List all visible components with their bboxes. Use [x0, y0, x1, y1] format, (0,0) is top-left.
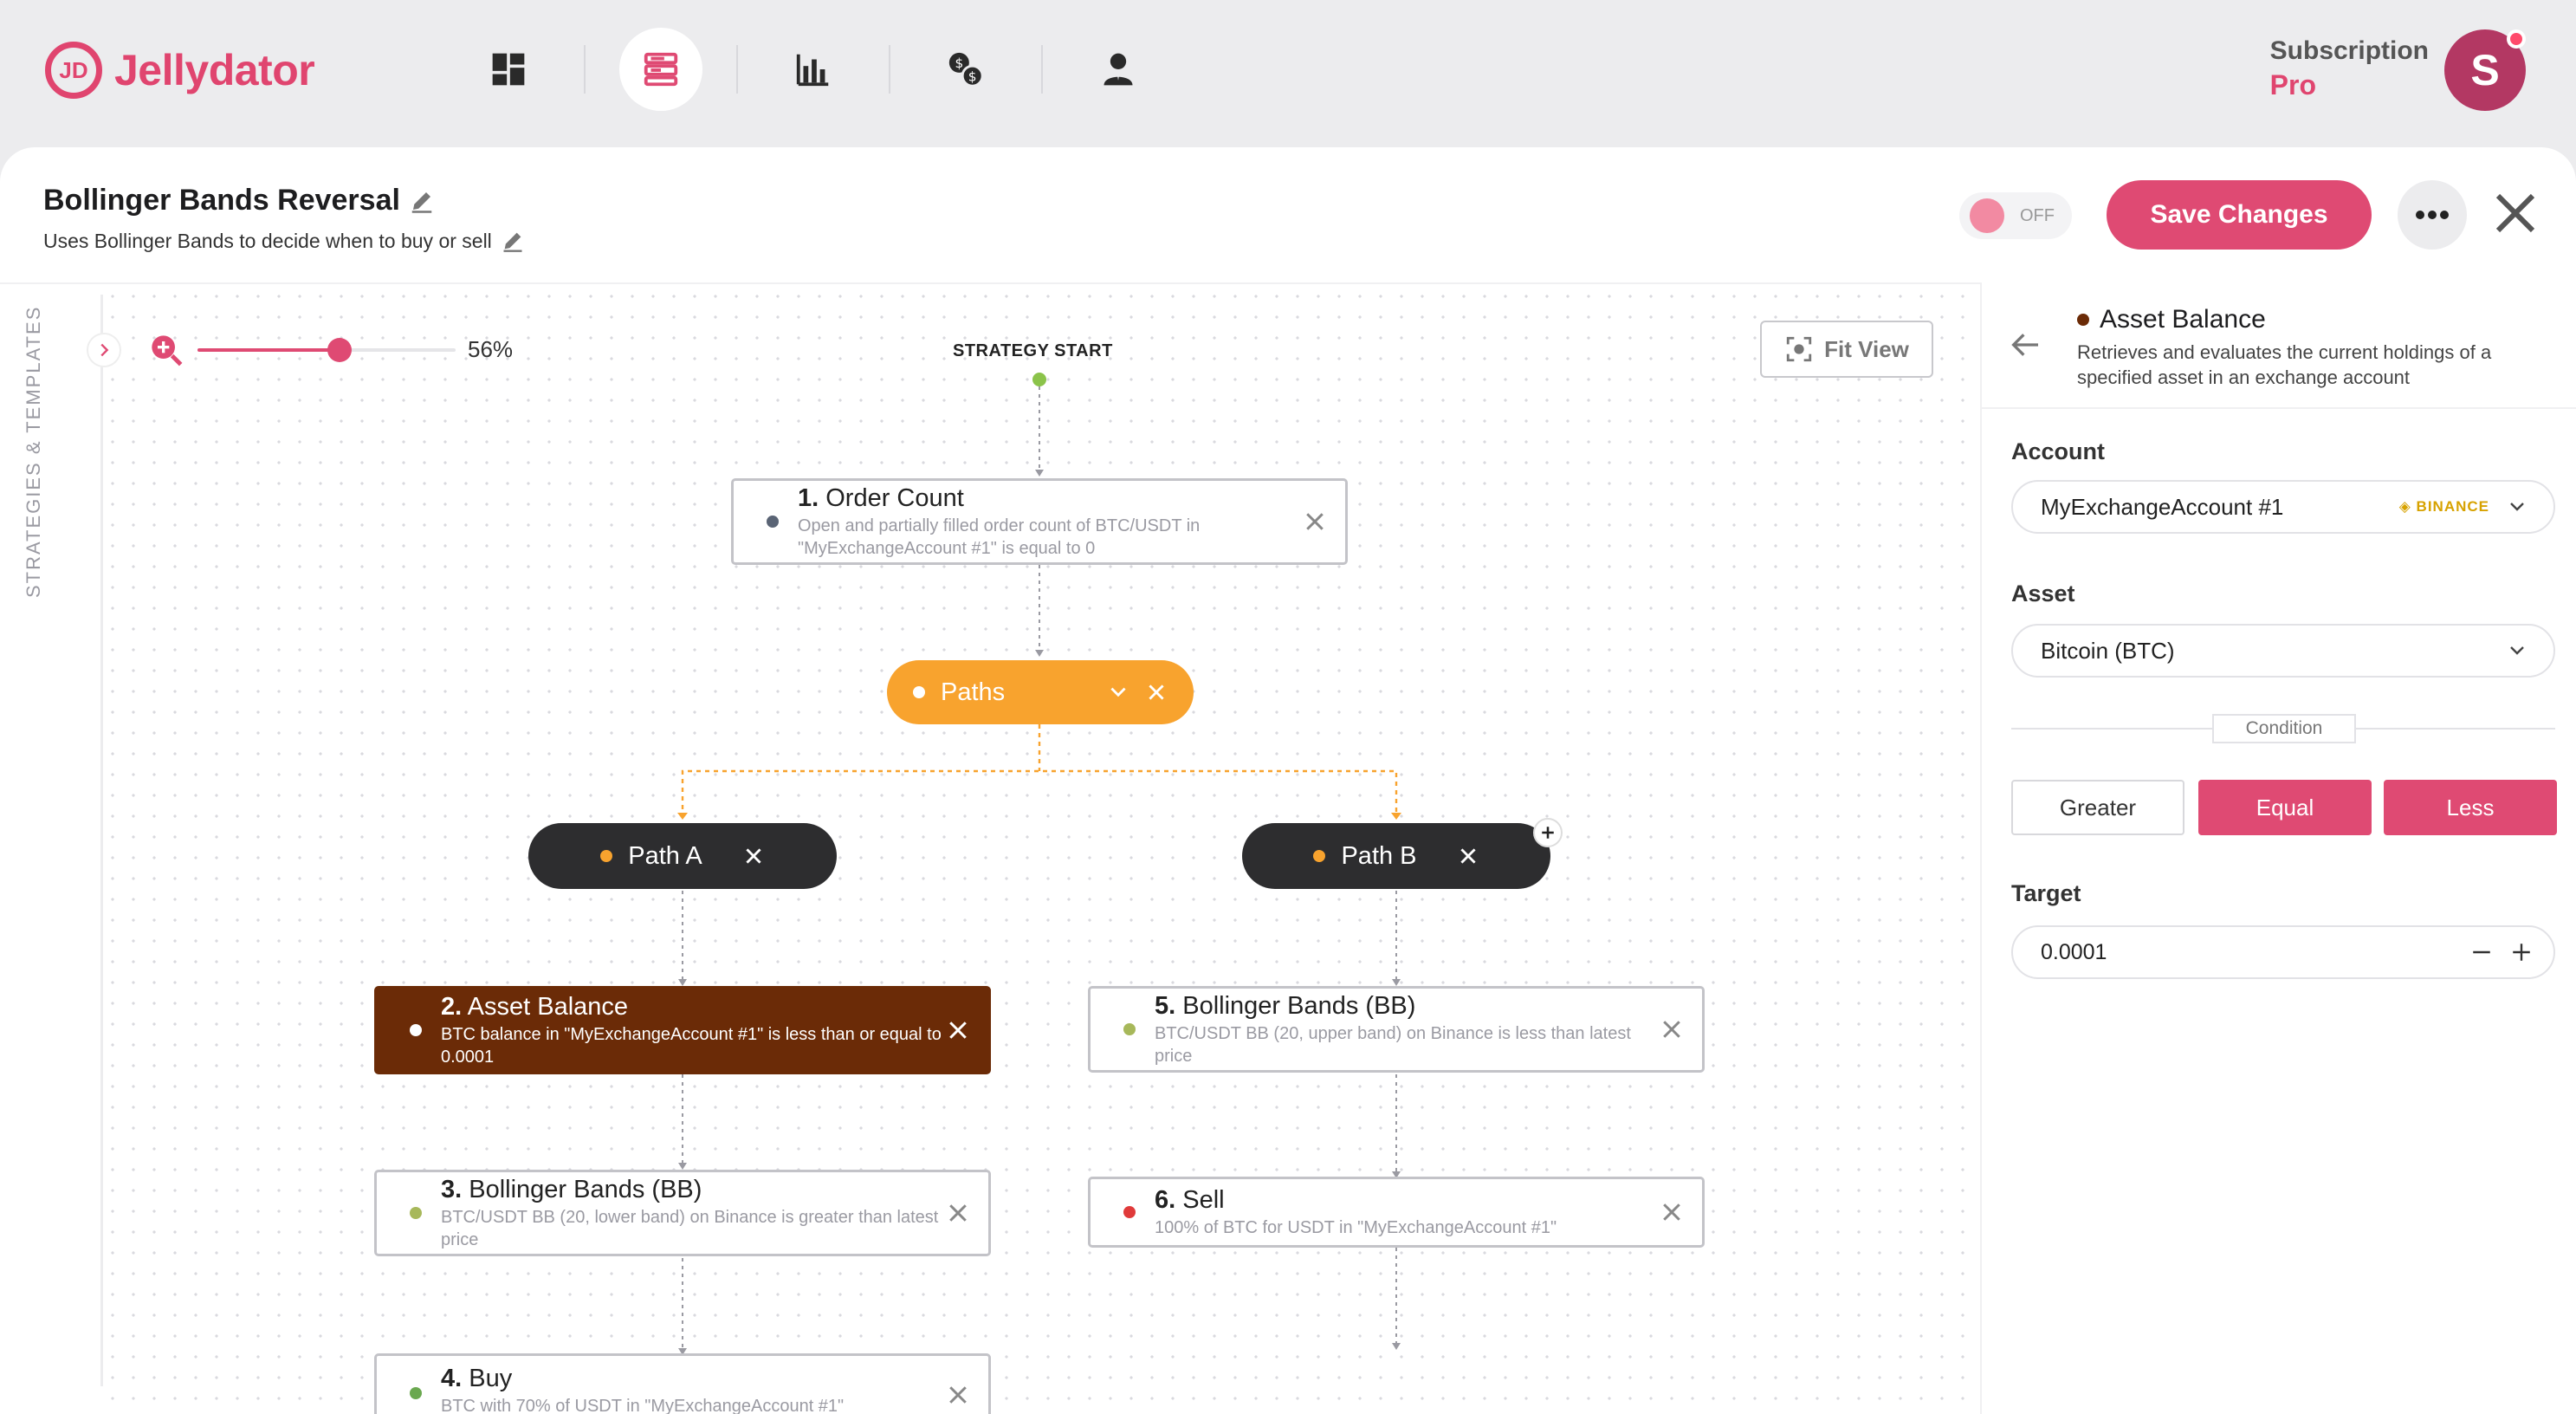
node-status-dot — [410, 1024, 422, 1036]
node-title-text: Asset Balance — [467, 992, 629, 1021]
node-body: 4. Buy BTC with 70% of USDT in "MyExchan… — [441, 1365, 945, 1414]
node-status-dot — [1123, 1023, 1136, 1035]
path-dot — [1313, 850, 1326, 862]
node-title: 5. Bollinger Bands (BB) — [1155, 992, 1659, 1021]
node-body: 6. Sell 100% of BTC for USDT in "MyExcha… — [1155, 1186, 1659, 1239]
remove-node-icon[interactable] — [1145, 681, 1168, 704]
path-dot — [600, 850, 613, 862]
node-status-dot — [767, 516, 779, 528]
node-number: 1. — [798, 483, 819, 512]
node-title-text: Bollinger Bands (BB) — [1182, 991, 1416, 1020]
target-label: Target — [2011, 880, 2081, 906]
node-title-text: Order Count — [825, 483, 964, 512]
path-b-label: Path B — [1341, 841, 1417, 870]
asset-label: Asset — [2011, 581, 2075, 606]
node-status-dot — [410, 1387, 422, 1399]
paths-dot — [913, 686, 925, 698]
node-number: 6. — [1155, 1185, 1176, 1214]
chevron-down-icon — [2510, 503, 2524, 511]
chevron-down-icon[interactable] — [1107, 681, 1129, 704]
node-title: 6. Sell — [1155, 1186, 1659, 1215]
remove-node-icon[interactable] — [1659, 1016, 1685, 1042]
remove-node-icon[interactable] — [742, 845, 765, 867]
flow-node-sell[interactable]: 6. Sell 100% of BTC for USDT in "MyExcha… — [1088, 1177, 1705, 1248]
node-title: 3. Bollinger Bands (BB) — [441, 1176, 945, 1204]
arrow-left-icon — [2011, 334, 2038, 356]
flow-node-bollinger-upper[interactable]: 5. Bollinger Bands (BB) BTC/USDT BB (20,… — [1088, 986, 1705, 1073]
path-b-node[interactable]: Path B — [1242, 823, 1550, 889]
flow-node-order-count[interactable]: 1. Order Count Open and partially filled… — [731, 478, 1348, 565]
condition-greater-button[interactable]: Greater — [2011, 780, 2184, 835]
node-body: 1. Order Count Open and partially filled… — [798, 484, 1302, 560]
paths-node[interactable]: Paths — [887, 660, 1194, 724]
account-value: MyExchangeAccount #1 — [2041, 493, 2284, 520]
panel-back-button[interactable] — [2008, 328, 2042, 366]
node-body: 2. Asset Balance BTC balance in "MyExcha… — [441, 993, 945, 1068]
condition-label: Condition — [2212, 714, 2356, 743]
node-title-text: Bollinger Bands (BB) — [469, 1175, 702, 1203]
flow-node-asset-balance[interactable]: 2. Asset Balance BTC balance in "MyExcha… — [374, 986, 991, 1074]
path-a-label: Path A — [628, 841, 702, 870]
node-description: Open and partially filled order count of… — [798, 516, 1201, 558]
remove-node-icon[interactable] — [945, 1017, 971, 1043]
node-status-dot — [1123, 1206, 1136, 1218]
remove-node-icon[interactable] — [1457, 845, 1479, 867]
node-number: 3. — [441, 1175, 463, 1203]
remove-node-icon[interactable] — [945, 1382, 971, 1408]
node-description: 100% of BTC for USDT in "MyExchangeAccou… — [1155, 1217, 1557, 1237]
remove-node-icon[interactable] — [1302, 509, 1328, 535]
node-description: BTC/USDT BB (20, lower band) on Binance … — [441, 1207, 939, 1249]
node-title: 1. Order Count — [798, 484, 1302, 513]
condition-equal-button[interactable]: Equal — [2198, 780, 2372, 835]
node-title: 4. Buy — [441, 1365, 945, 1393]
paths-label: Paths — [941, 678, 1006, 706]
condition-less-button[interactable]: Less — [2384, 780, 2557, 835]
account-label: Account — [2011, 438, 2105, 464]
chevron-down-icon — [2510, 646, 2524, 655]
plus-icon — [1542, 827, 1554, 839]
node-description: BTC balance in "MyExchangeAccount #1" is… — [441, 1024, 942, 1067]
exchange-badge: BINANCE — [2416, 498, 2489, 515]
asset-value: Bitcoin (BTC) — [2041, 637, 2175, 664]
node-title-text: Sell — [1182, 1185, 1225, 1214]
minus-icon[interactable] — [2470, 941, 2493, 963]
node-number: 4. — [441, 1365, 463, 1392]
node-number: 5. — [1155, 991, 1176, 1020]
flow-node-bollinger-lower[interactable]: 3. Bollinger Bands (BB) BTC/USDT BB (20,… — [374, 1170, 991, 1256]
path-a-node[interactable]: Path A — [528, 823, 837, 889]
remove-node-icon[interactable] — [1659, 1199, 1685, 1225]
node-body: 5. Bollinger Bands (BB) BTC/USDT BB (20,… — [1155, 992, 1659, 1067]
node-description: BTC with 70% of USDT in "MyExchangeAccou… — [441, 1397, 845, 1414]
account-select[interactable]: MyExchangeAccount #1 ◈ BINANCE — [2011, 480, 2555, 534]
node-type-dot — [2077, 314, 2089, 326]
node-description: BTC/USDT BB (20, upper band) on Binance … — [1155, 1023, 1631, 1066]
plus-icon[interactable] — [2510, 941, 2533, 963]
node-status-dot — [410, 1207, 422, 1219]
target-value[interactable]: 0.0001 — [2041, 940, 2470, 965]
node-number: 2. — [441, 992, 463, 1021]
panel-title: Asset Balance — [2077, 305, 2266, 334]
binance-logo: ◈ BINANCE — [2398, 498, 2489, 515]
node-title-text: Buy — [469, 1365, 513, 1392]
panel-description: Retrieves and evaluates the current hold… — [2077, 341, 2492, 388]
target-stepper[interactable]: 0.0001 — [2011, 925, 2555, 979]
add-path-button[interactable] — [1533, 818, 1563, 847]
remove-node-icon[interactable] — [945, 1200, 971, 1226]
strategy-start-label: STRATEGY START — [953, 341, 1113, 360]
node-title: 2. Asset Balance — [441, 993, 945, 1022]
node-body: 3. Bollinger Bands (BB) BTC/USDT BB (20,… — [441, 1176, 945, 1251]
panel-title-text: Asset Balance — [2100, 305, 2266, 334]
flow-node-buy[interactable]: 4. Buy BTC with 70% of USDT in "MyExchan… — [374, 1353, 991, 1414]
asset-select[interactable]: Bitcoin (BTC) — [2011, 624, 2555, 678]
